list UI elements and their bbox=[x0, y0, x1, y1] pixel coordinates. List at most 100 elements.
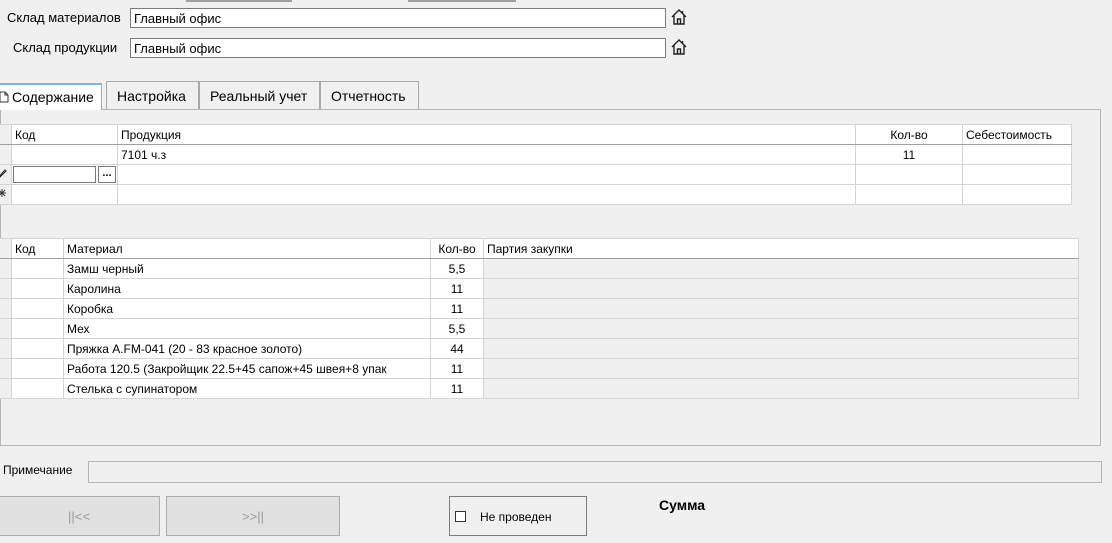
row-header[interactable] bbox=[0, 358, 12, 379]
pencil-icon bbox=[0, 164, 12, 185]
cell-material[interactable]: Пряжка A.FM-041 (20 - 83 красное золото) bbox=[63, 338, 431, 359]
row-header[interactable] bbox=[0, 378, 12, 399]
column-header-qty[interactable]: Кол-во bbox=[430, 238, 484, 259]
cell-qty[interactable] bbox=[855, 164, 963, 185]
column-header-code[interactable]: Код bbox=[11, 238, 64, 259]
tab-real-accounting[interactable]: Реальный учет bbox=[199, 81, 320, 109]
cell-qty[interactable]: 11 bbox=[430, 298, 484, 319]
tab-reporting[interactable]: Отчетность bbox=[320, 81, 419, 109]
cell-code[interactable] bbox=[11, 338, 64, 359]
column-header-product[interactable]: Продукция bbox=[117, 124, 856, 145]
cell-qty[interactable]: 11 bbox=[430, 378, 484, 399]
cell-code[interactable] bbox=[11, 184, 118, 205]
cell-batch[interactable] bbox=[483, 358, 1079, 379]
column-header-code[interactable]: Код bbox=[11, 124, 118, 145]
cell-qty[interactable]: 44 bbox=[430, 338, 484, 359]
status-checkbox[interactable] bbox=[455, 511, 466, 522]
cell-code[interactable] bbox=[11, 318, 64, 339]
products-warehouse-field[interactable]: Главный офис bbox=[130, 38, 666, 58]
tab-label: Настройка bbox=[117, 88, 186, 104]
column-header-qty[interactable]: Кол-во bbox=[855, 124, 963, 145]
cell-batch[interactable] bbox=[483, 318, 1079, 339]
row-header bbox=[0, 124, 12, 145]
cell-cost[interactable] bbox=[962, 184, 1072, 205]
table-row[interactable]: 7101 ч.з 11 bbox=[0, 144, 1072, 165]
cell-batch[interactable] bbox=[483, 378, 1079, 399]
row-header[interactable] bbox=[0, 318, 12, 339]
table-row[interactable]: Пряжка A.FM-041 (20 - 83 красное золото)… bbox=[0, 338, 1079, 359]
cell-qty[interactable]: 11 bbox=[430, 278, 484, 299]
cell-qty[interactable]: 11 bbox=[430, 358, 484, 379]
code-input[interactable] bbox=[13, 166, 96, 183]
table-row-new[interactable] bbox=[0, 184, 1072, 205]
cell-material[interactable]: Стелька с супинатором bbox=[63, 378, 431, 399]
cell-code[interactable] bbox=[11, 278, 64, 299]
status-label: Не проведен bbox=[480, 510, 552, 524]
grid-header-row: Код Материал Кол-во Партия закупки bbox=[0, 238, 1079, 259]
document-icon bbox=[0, 86, 9, 110]
grid-header-row: Код Продукция Кол-во Себестоимость bbox=[0, 124, 1072, 145]
sum-label: Сумма bbox=[659, 497, 706, 513]
row-header[interactable] bbox=[0, 144, 12, 165]
cell-qty[interactable]: 5,5 bbox=[430, 258, 484, 279]
cell-material[interactable]: Коробка bbox=[63, 298, 431, 319]
table-row[interactable]: Каролина 11 bbox=[0, 278, 1079, 299]
cell-batch[interactable] bbox=[483, 278, 1079, 299]
cell-qty[interactable]: 5,5 bbox=[430, 318, 484, 339]
tab-label: Отчетность bbox=[331, 88, 406, 104]
tab-label: Реальный учет bbox=[210, 88, 308, 104]
row-header[interactable] bbox=[0, 338, 12, 359]
row-header[interactable] bbox=[0, 258, 12, 279]
materials-grid[interactable]: Код Материал Кол-во Партия закупки Замш … bbox=[0, 238, 1079, 399]
cell-code[interactable] bbox=[11, 378, 64, 399]
cell-batch[interactable] bbox=[483, 258, 1079, 279]
cell-code[interactable] bbox=[11, 144, 118, 165]
row-header[interactable] bbox=[0, 278, 12, 299]
table-row[interactable]: Коробка 11 bbox=[0, 298, 1079, 319]
table-row-editing[interactable]: ... bbox=[0, 164, 1072, 185]
cell-code[interactable] bbox=[11, 298, 64, 319]
cell-material[interactable]: Работа 120.5 (Закройщик 22.5+45 сапож+45… bbox=[63, 358, 431, 379]
note-field[interactable] bbox=[88, 461, 1102, 483]
products-grid[interactable]: Код Продукция Кол-во Себестоимость 7101 … bbox=[0, 124, 1072, 205]
note-label: Примечание bbox=[3, 463, 73, 477]
top-tab-edge bbox=[408, 0, 516, 2]
cell-code[interactable] bbox=[11, 358, 64, 379]
ellipsis-button[interactable]: ... bbox=[98, 166, 116, 183]
tab-content[interactable]: Содержание bbox=[0, 83, 102, 110]
column-header-cost[interactable]: Себестоимость bbox=[962, 124, 1072, 145]
column-header-material[interactable]: Материал bbox=[63, 238, 431, 259]
new-row-icon bbox=[0, 184, 12, 205]
cell-material[interactable]: Замш черный bbox=[63, 258, 431, 279]
table-row[interactable]: Замш черный 5,5 bbox=[0, 258, 1079, 279]
table-row[interactable]: Стелька с супинатором 11 bbox=[0, 378, 1079, 399]
row-header[interactable] bbox=[0, 298, 12, 319]
cell-cost[interactable] bbox=[962, 164, 1072, 185]
cell-cost[interactable] bbox=[962, 144, 1072, 165]
cell-material[interactable]: Каролина bbox=[63, 278, 431, 299]
cell-product[interactable] bbox=[117, 164, 856, 185]
table-row[interactable]: Работа 120.5 (Закройщик 22.5+45 сапож+45… bbox=[0, 358, 1079, 379]
materials-warehouse-field[interactable]: Главный офис bbox=[130, 8, 666, 28]
cell-code-editor[interactable]: ... bbox=[11, 164, 118, 185]
next-button[interactable]: >>|| bbox=[166, 496, 340, 536]
home-icon[interactable] bbox=[669, 37, 689, 57]
tab-settings[interactable]: Настройка bbox=[106, 81, 199, 109]
prev-button[interactable]: ||<< bbox=[0, 496, 160, 536]
cell-product[interactable]: 7101 ч.з bbox=[117, 144, 856, 165]
cell-qty[interactable]: 11 bbox=[855, 144, 963, 165]
cell-qty[interactable] bbox=[855, 184, 963, 205]
cell-product[interactable] bbox=[117, 184, 856, 205]
cell-code[interactable] bbox=[11, 258, 64, 279]
row-header bbox=[0, 238, 12, 259]
post-status-toggle[interactable]: Не проведен bbox=[449, 496, 587, 536]
column-header-batch[interactable]: Партия закупки bbox=[483, 238, 1079, 259]
top-tab-edge bbox=[186, 0, 292, 2]
cell-material[interactable]: Мех bbox=[63, 318, 431, 339]
cell-batch[interactable] bbox=[483, 338, 1079, 359]
materials-warehouse-label: Склад материалов bbox=[7, 10, 121, 25]
tab-label: Содержание bbox=[12, 89, 94, 105]
cell-batch[interactable] bbox=[483, 298, 1079, 319]
table-row[interactable]: Мех 5,5 bbox=[0, 318, 1079, 339]
home-icon[interactable] bbox=[669, 7, 689, 27]
